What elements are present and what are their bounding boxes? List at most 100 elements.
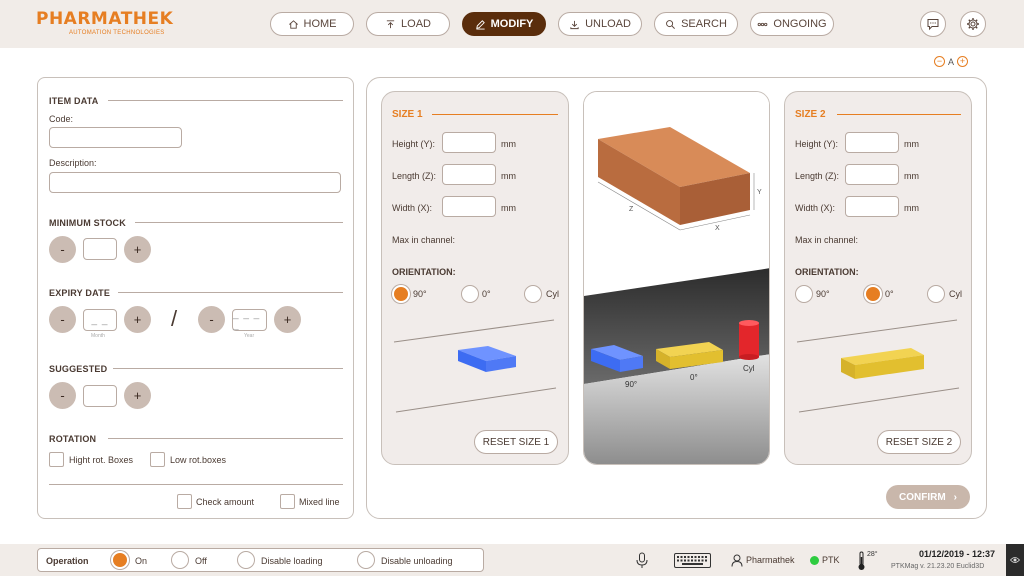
- 3d-preview: Z X Y 90° 0° Cyl: [583, 91, 770, 465]
- size2-max-label: Max in channel:: [795, 235, 859, 245]
- chat-button[interactable]: [920, 11, 946, 37]
- item-form-panel: ITEM DATA Code: Description: MINIMUM STO…: [37, 77, 354, 519]
- size2-length-input[interactable]: [845, 164, 899, 185]
- suggested-decrease-button[interactable]: -: [49, 382, 76, 409]
- user-icon: [731, 554, 743, 567]
- disable-loading-label: Disable loading: [261, 556, 323, 566]
- code-label: Code:: [49, 114, 74, 124]
- divider: [113, 368, 343, 369]
- year-increase-button[interactable]: +: [274, 306, 301, 333]
- reset-size2-button[interactable]: RESET SIZE 2: [877, 430, 961, 454]
- operation-off-radio[interactable]: [171, 551, 189, 569]
- size2-length-unit: mm: [904, 171, 919, 181]
- code-input[interactable]: [49, 127, 182, 148]
- size1-length-label: Length (Z):: [392, 171, 437, 181]
- nav-search-label: SEARCH: [681, 18, 727, 30]
- size1-width-input[interactable]: [442, 196, 496, 217]
- size1-width-unit: mm: [501, 203, 516, 213]
- size2-title: SIZE 2: [795, 109, 826, 120]
- low-rot-checkbox[interactable]: [150, 452, 165, 467]
- year-decrease-button[interactable]: -: [198, 306, 225, 333]
- pharmathek-logo: PHARMATHEK AUTOMATION TECHNOLOGIES: [36, 9, 173, 36]
- check-amount-label: Check amount: [196, 497, 255, 507]
- description-input[interactable]: [49, 172, 341, 193]
- size2-height-input[interactable]: [845, 132, 899, 153]
- reset-size1-button[interactable]: RESET SIZE 1: [474, 430, 558, 454]
- size2-orient-cyl-radio[interactable]: [927, 285, 945, 303]
- size1-orient-cyl-radio[interactable]: [524, 285, 542, 303]
- user-name: Pharmathek: [746, 555, 795, 565]
- min-stock-increase-button[interactable]: +: [124, 236, 151, 263]
- ongoing-icon: [758, 22, 768, 26]
- size2-length-label: Length (Z):: [795, 171, 840, 181]
- size1-orient-0-label: 0°: [482, 289, 491, 299]
- size1-orient-cyl-label: Cyl: [546, 289, 559, 299]
- high-rot-checkbox[interactable]: [49, 452, 64, 467]
- mixed-line-checkbox[interactable]: [280, 494, 295, 509]
- nav-home-button[interactable]: HOME: [270, 12, 354, 36]
- low-rot-label: Low rot.boxes: [170, 455, 227, 465]
- suggested-input[interactable]: [83, 385, 117, 407]
- gear-icon: [967, 18, 979, 30]
- status-dot: [810, 556, 819, 565]
- divider: [108, 438, 343, 439]
- size1-orient-0-radio[interactable]: [461, 285, 479, 303]
- size2-orient-90-radio[interactable]: [795, 285, 813, 303]
- expiry-date-title: EXPIRY DATE: [49, 288, 111, 298]
- size1-orient-90-label: 90°: [413, 289, 427, 299]
- nav-load-button[interactable]: LOAD: [366, 12, 450, 36]
- size1-height-input[interactable]: [442, 132, 496, 153]
- datetime: 01/12/2019 - 12:37: [919, 549, 996, 559]
- disable-unloading-radio[interactable]: [357, 551, 375, 569]
- disable-loading-radio[interactable]: [237, 551, 255, 569]
- year-input[interactable]: _ _ _ _: [232, 309, 267, 331]
- check-amount-checkbox[interactable]: [177, 494, 192, 509]
- nav-load-label: LOAD: [401, 18, 431, 30]
- font-decrease-button[interactable]: −: [934, 56, 945, 67]
- size1-length-input[interactable]: [442, 164, 496, 185]
- nav-ongoing-button[interactable]: ONGOING: [750, 12, 834, 36]
- font-increase-button[interactable]: +: [957, 56, 969, 67]
- high-rot-label: Hight rot. Boxes: [69, 455, 134, 465]
- size2-height-unit: mm: [904, 139, 919, 149]
- size2-orient-0-radio[interactable]: [864, 285, 882, 303]
- preview-0-label: 0°: [690, 373, 698, 382]
- size1-title: SIZE 1: [392, 109, 423, 120]
- min-stock-decrease-button[interactable]: -: [49, 236, 76, 263]
- axis-x-label: X: [715, 225, 720, 232]
- font-size-label: A: [948, 56, 955, 67]
- 3d-scene: [584, 92, 769, 464]
- suggested-increase-button[interactable]: +: [124, 382, 151, 409]
- keyboard-icon[interactable]: [674, 553, 711, 568]
- side-tab[interactable]: [1006, 544, 1024, 576]
- chevron-right-icon: ›: [953, 491, 957, 503]
- thermometer-icon: [858, 551, 865, 570]
- month-input[interactable]: _ _: [83, 309, 117, 331]
- size2-width-input[interactable]: [845, 196, 899, 217]
- min-stock-input[interactable]: [83, 238, 117, 260]
- operation-on-radio[interactable]: [111, 551, 129, 569]
- nav-search-button[interactable]: SEARCH: [654, 12, 738, 36]
- divider: [135, 222, 343, 223]
- home-icon: [288, 19, 298, 29]
- nav-modify-button[interactable]: MODIFY: [462, 12, 546, 36]
- size1-orient-90-radio[interactable]: [392, 285, 410, 303]
- month-increase-button[interactable]: +: [124, 306, 151, 333]
- confirm-button[interactable]: CONFIRM ›: [886, 485, 970, 509]
- disable-unloading-label: Disable unloading: [381, 556, 453, 566]
- confirm-label: CONFIRM: [898, 491, 946, 503]
- search-icon: [666, 19, 676, 29]
- operation-label: Operation: [46, 556, 89, 566]
- settings-button[interactable]: [960, 11, 986, 37]
- nav-unload-label: UNLOAD: [585, 18, 631, 30]
- microphone-icon[interactable]: [635, 552, 649, 569]
- size2-width-label: Width (X):: [795, 203, 836, 213]
- nav-modify-label: MODIFY: [490, 18, 534, 30]
- month-decrease-button[interactable]: -: [49, 306, 76, 333]
- chat-icon: [927, 19, 939, 31]
- edit-icon: [475, 19, 485, 30]
- size1-max-label: Max in channel:: [392, 235, 456, 245]
- nav-unload-button[interactable]: UNLOAD: [558, 12, 642, 36]
- size1-height-unit: mm: [501, 139, 516, 149]
- operation-control: Operation On Off Disable loading Disable…: [37, 548, 484, 572]
